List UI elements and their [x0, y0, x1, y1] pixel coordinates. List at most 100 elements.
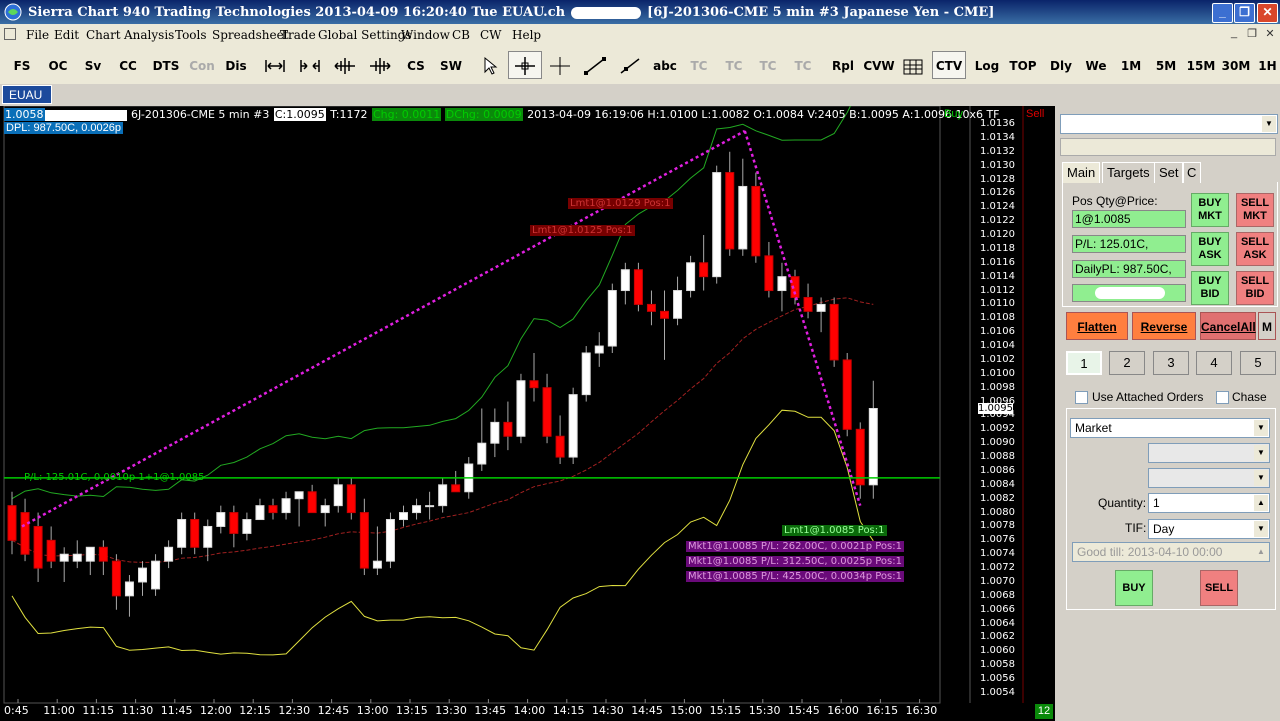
toolbar-sw-button[interactable]: SW	[435, 51, 467, 79]
toolbar-sv-button[interactable]: Sv	[77, 51, 109, 79]
mdi-restore-icon[interactable]: ❐	[1244, 27, 1260, 42]
toolbar-1m-button[interactable]: 1M	[1115, 51, 1147, 79]
tab-targets[interactable]: Targets	[1102, 162, 1155, 183]
buy-mkt-button[interactable]: BUY MKT	[1191, 193, 1229, 227]
menu-tools[interactable]: Tools	[175, 28, 207, 42]
price-1-field[interactable]: ▼	[1148, 443, 1270, 463]
menu-help[interactable]: Help	[512, 28, 541, 42]
quantity-input[interactable]: 1 ▲	[1148, 493, 1270, 513]
menu-global-settings[interactable]: Global Settings	[318, 28, 412, 42]
spinner-icon: ▲	[1254, 495, 1268, 511]
sell-mkt-button[interactable]: SELL MKT	[1236, 193, 1274, 227]
sell-bid-button[interactable]: SELL BID	[1236, 271, 1274, 305]
sell-ask-button[interactable]: SELL ASK	[1236, 232, 1274, 266]
flatten-button[interactable]: Flatten	[1066, 312, 1128, 340]
sell-button[interactable]: SELL	[1200, 570, 1238, 606]
menu-window[interactable]: Window	[401, 28, 450, 42]
toolbar-top-button[interactable]: TOP	[1006, 51, 1040, 79]
buy-button[interactable]: BUY	[1115, 570, 1153, 606]
menu-cw[interactable]: CW	[480, 28, 502, 42]
toolbar-tc2-button[interactable]: TC 2	[719, 51, 749, 101]
cursor-icon[interactable]	[544, 51, 576, 79]
line-tool-icon[interactable]	[579, 51, 611, 79]
document-icon[interactable]	[4, 28, 16, 40]
reverse-button[interactable]: Reverse	[1132, 312, 1196, 340]
order-type-select[interactable]: Market ▼	[1070, 418, 1270, 438]
toolbar-cvw-button[interactable]: CVW	[862, 51, 896, 79]
menu-spreadsheet[interactable]: Spreadsheet	[212, 28, 289, 42]
menu-trade[interactable]: Trade	[280, 28, 316, 42]
toolbar-fs-button[interactable]: FS	[6, 51, 38, 79]
toolbar-dts-button[interactable]: DTS	[148, 51, 184, 79]
menu-cb[interactable]: CB	[452, 28, 470, 42]
limit-order-label[interactable]: Lmt1@1.0125 Pos:1	[530, 225, 635, 236]
mdi-minimize-icon[interactable]: _	[1226, 27, 1242, 42]
qty-button-1[interactable]: 1	[1066, 351, 1102, 375]
qty-button-3[interactable]: 3	[1153, 351, 1189, 375]
qty-button-5[interactable]: 5	[1240, 351, 1276, 375]
buy-bid-button[interactable]: BUY BID	[1191, 271, 1229, 305]
tpo-grid-icon[interactable]	[898, 51, 928, 79]
toolbar-30m-button[interactable]: 30M	[1220, 51, 1252, 79]
close-button[interactable]: ✕	[1257, 3, 1278, 23]
market-order-label[interactable]: Mkt1@1.0085 P/L: 262.00C, 0.0021p Pos:1	[686, 541, 904, 552]
account-select[interactable]: ▼	[1060, 114, 1278, 134]
toolbar-dly-button[interactable]: Dly	[1045, 51, 1077, 79]
pointer-icon[interactable]	[474, 51, 506, 79]
crosshair-icon[interactable]	[508, 51, 542, 79]
price-tick-label: 1.0106	[980, 326, 1015, 338]
buy-ask-button[interactable]: BUY ASK	[1191, 232, 1229, 266]
scroll-right-icon[interactable]	[364, 51, 396, 79]
toolbar-15m-button[interactable]: 15M	[1185, 51, 1217, 79]
chase-checkbox[interactable]	[1216, 391, 1229, 404]
toolbar-rpl-button[interactable]: Rpl	[827, 51, 859, 79]
tab-main[interactable]: Main	[1062, 162, 1101, 183]
scroll-left-icon[interactable]	[329, 51, 361, 79]
time-tick-label: 16:15	[866, 704, 899, 717]
toolbar-ctv-button[interactable]: CTV	[932, 51, 966, 79]
price-tick-label: 1.0064	[980, 617, 1015, 629]
menu-analysis[interactable]: Analysis	[124, 28, 174, 42]
toolbar-tc3-button[interactable]: TC 3	[753, 51, 783, 101]
use-attached-checkbox[interactable]	[1075, 391, 1088, 404]
maximize-button[interactable]: ❐	[1234, 3, 1255, 23]
toolbar-abc-button[interactable]: abc	[648, 51, 682, 79]
price-axis[interactable]: 1.0136 1.0134 1.0132 1.0130 1.0128 1.0126 1.01…	[972, 106, 1022, 704]
ray-tool-icon[interactable]	[614, 51, 646, 79]
market-order-label[interactable]: Mkt1@1.0085 P/L: 312.50C, 0.0025p Pos:1	[686, 556, 904, 567]
mdi-close-icon[interactable]: ✕	[1262, 27, 1278, 42]
chart-pane[interactable]: 1.0058 6J-201306-CME 5 min #3 C:1.0095 T…	[0, 106, 1055, 721]
limit-order-label[interactable]: Lmt1@1.0129 Pos:1	[568, 198, 673, 209]
toolbar-we-button[interactable]: We	[1080, 51, 1112, 79]
cancel-all-button[interactable]: CancelAll	[1200, 312, 1256, 340]
qty-button-2[interactable]: 2	[1109, 351, 1145, 375]
tab-euau[interactable]: EUAU	[2, 85, 52, 104]
menu-file[interactable]: File	[26, 28, 49, 42]
tab-c[interactable]: C	[1182, 162, 1202, 183]
good-till-field[interactable]: Good till: 2013-04-10 00:00 ▲	[1072, 542, 1270, 562]
price-2-field[interactable]: ▼	[1148, 468, 1270, 488]
toolbar-tc1-button[interactable]: TC 1	[684, 51, 714, 101]
qty-button-4[interactable]: 4	[1196, 351, 1232, 375]
toolbar-cc-button[interactable]: CC	[112, 51, 144, 79]
toolbar-5m-button[interactable]: 5M	[1150, 51, 1182, 79]
market-order-label[interactable]: Mkt1@1.0085 P/L: 425.00C, 0.0034p Pos:1	[686, 571, 904, 582]
menu-edit[interactable]: Edit	[54, 28, 79, 42]
price-chart[interactable]	[0, 106, 1055, 721]
tif-select[interactable]: Day ▼	[1148, 519, 1270, 539]
tab-set[interactable]: Set	[1154, 162, 1184, 183]
toolbar-log-button[interactable]: Log	[970, 51, 1004, 79]
limit-order-label[interactable]: Lmt1@1.0085 Pos:1	[782, 525, 887, 536]
zoom-in-icon[interactable]	[294, 51, 326, 79]
candle-body	[268, 505, 278, 514]
toolbar-dis-button[interactable]: Dis	[221, 51, 251, 79]
toolbar-tc4-button[interactable]: TC 4	[788, 51, 818, 101]
minimize-button[interactable]: _	[1212, 3, 1233, 23]
toolbar-con-button[interactable]: Con	[187, 51, 217, 79]
toolbar-oc-button[interactable]: OC	[42, 51, 74, 79]
m-button[interactable]: M	[1258, 312, 1276, 340]
toolbar-1h-button[interactable]: 1H	[1255, 51, 1280, 79]
zoom-out-icon[interactable]	[259, 51, 291, 79]
menu-chart[interactable]: Chart	[86, 28, 121, 42]
toolbar-cs-button[interactable]: CS	[400, 51, 432, 79]
